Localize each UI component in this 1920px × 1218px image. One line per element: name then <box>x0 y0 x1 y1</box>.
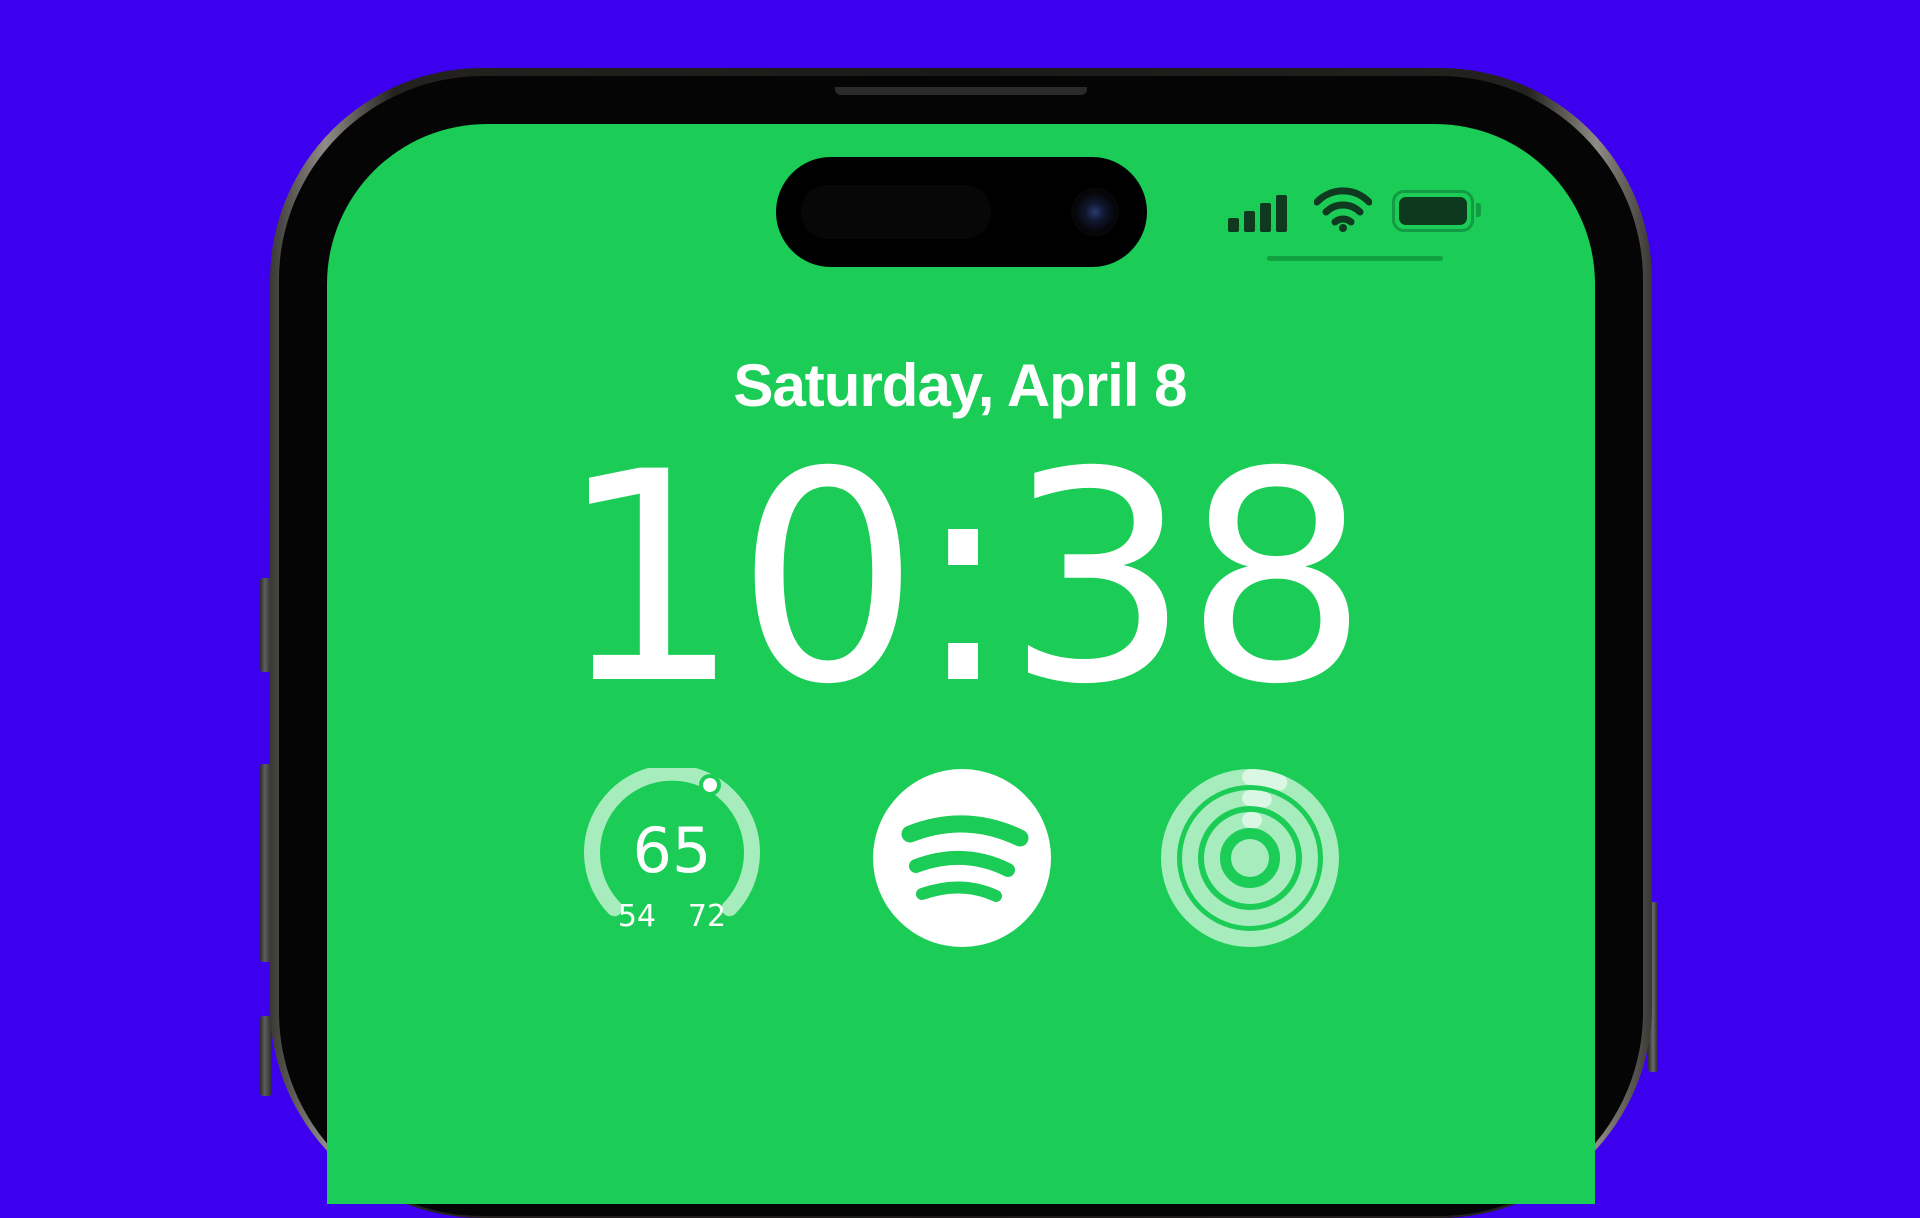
wifi-icon <box>1314 187 1372 232</box>
high-temperature: 72 <box>687 899 727 934</box>
lock-screen-time[interactable]: 10:38 <box>520 430 1400 730</box>
weather-widget[interactable]: 65 54 72 <box>582 768 762 948</box>
dynamic-island <box>776 157 1147 267</box>
front-camera-icon <box>1071 188 1119 236</box>
stage: Saturday, April 8 10:38 65 54 72 <box>0 0 1920 1218</box>
earpiece-speaker <box>835 87 1087 95</box>
spotify-icon <box>873 769 1051 947</box>
face-id-sensor <box>801 185 991 239</box>
spotify-widget[interactable] <box>872 768 1052 948</box>
activity-widget[interactable] <box>1160 768 1340 948</box>
current-temperature: 65 <box>632 814 712 887</box>
activity-rings-icon <box>1161 769 1339 947</box>
battery-icon <box>1392 190 1481 232</box>
low-temperature: 54 <box>617 899 657 934</box>
status-bar-underline <box>1267 256 1443 261</box>
